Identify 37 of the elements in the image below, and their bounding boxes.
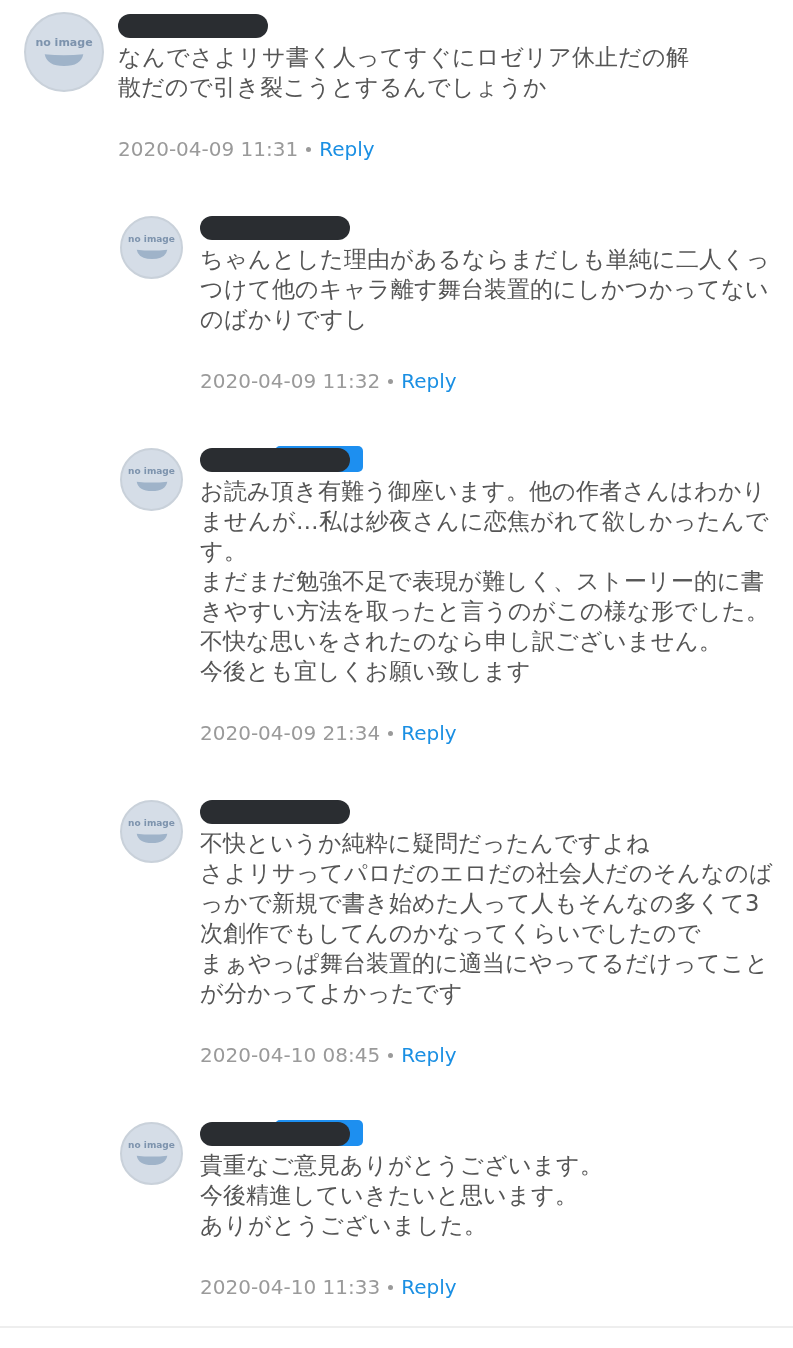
- dot-separator: [388, 730, 394, 736]
- dot-separator: [388, 1284, 394, 1290]
- comment-text: 不快な思いをされたのなら申し訳ございません。: [200, 627, 723, 656]
- avatar-label: no image: [128, 1141, 175, 1150]
- avatar-label: no image: [128, 235, 175, 244]
- comment-text: 今後とも宜しくお願い致します: [200, 657, 532, 686]
- timestamp: 2020-04-09 11:32: [200, 368, 381, 395]
- comment-text: なんでさよリサ書く人ってすぐにロゼリア休止だの解散だので引き裂こうとするんでしょうか: [118, 43, 690, 102]
- avatar-label: no image: [35, 37, 93, 48]
- timestamp: 2020-04-10 11:33: [200, 1274, 381, 1301]
- comment-text: ありがとうございました。: [200, 1211, 488, 1240]
- timestamp: 2020-04-09 21:34: [200, 720, 381, 747]
- reply-link[interactable]: Reply: [401, 1272, 457, 1302]
- smile-icon: [42, 52, 86, 67]
- reply-link[interactable]: Reply: [401, 366, 457, 396]
- reply-link[interactable]: Reply: [401, 1040, 457, 1070]
- comment-text: ちゃんとした理由があるならまだしも単純に二人くっつけて他のキャラ離す舞台装置的にしかつかってないのばかりですし: [200, 245, 771, 334]
- comment-text: 不快というか純粋に疑問だったんですよね: [200, 829, 651, 858]
- avatar-label: no image: [128, 819, 175, 828]
- comment-text: お読み頂き有難う御座います。他の作者さんはわかりませんが…私は紗夜さんに恋焦がれて欲しかったんです。: [200, 477, 770, 566]
- avatar-label: no image: [128, 467, 175, 476]
- comment-text: まぁやっぱ舞台装置的に適当にやってるだけってことが分かってよかったです: [200, 949, 770, 1008]
- dot-separator: [306, 146, 312, 152]
- smile-icon: [134, 248, 169, 260]
- comment-text: 今後精進していきたいと思います。: [200, 1181, 579, 1210]
- reply-link[interactable]: Reply: [319, 134, 375, 164]
- reply-link[interactable]: Reply: [401, 718, 457, 748]
- comment-text: さよリサってパロだのエロだの社会人だのそんなのばっかで新規で書き始めた人って人もそんなの多くて3次創作でもしてんのかなってくらいでしたので: [200, 859, 774, 948]
- comment-text: まだまだ勉強不足で表現が難しく、ストーリー的に書きやすい方法を取ったと言うのがこの様な形でした。: [200, 567, 770, 626]
- timestamp: 2020-04-09 11:31: [118, 136, 299, 163]
- smile-icon: [134, 832, 169, 844]
- dot-separator: [388, 378, 394, 384]
- smile-icon: [134, 1154, 169, 1166]
- dot-separator: [388, 1052, 394, 1058]
- timestamp: 2020-04-10 08:45: [200, 1042, 381, 1069]
- smile-icon: [134, 480, 169, 492]
- comment-text: 貴重なご意見ありがとうございます。: [200, 1151, 604, 1180]
